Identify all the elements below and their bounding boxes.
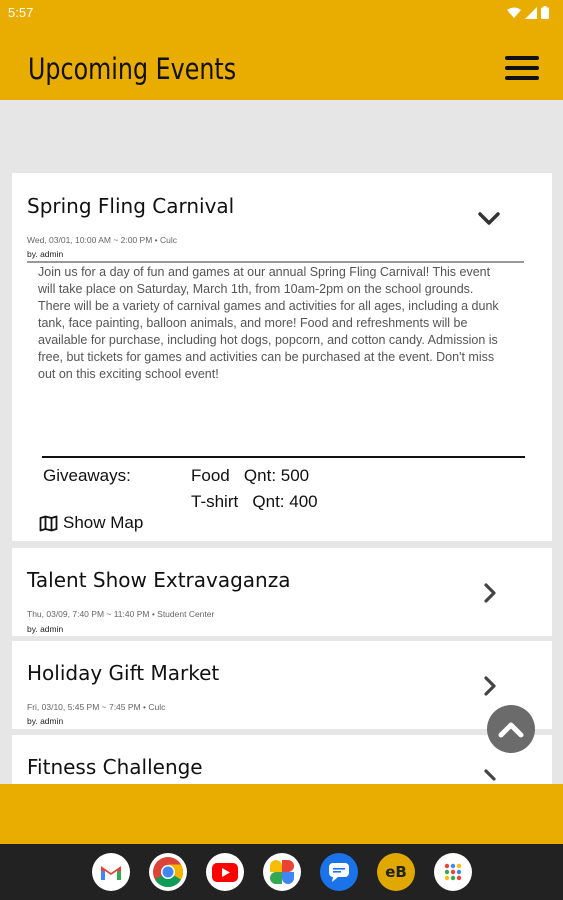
chevron-down-icon[interactable] <box>477 211 501 227</box>
giveaway-name: Food <box>191 466 230 485</box>
eb-app-label: eB <box>385 863 407 881</box>
event-meta: Wed, 03/01, 10:00 AM ~ 2:00 PM • Culc <box>27 235 177 245</box>
chevron-right-icon[interactable] <box>483 582 497 604</box>
gmail-app-icon[interactable] <box>92 853 130 891</box>
event-card[interactable]: Fitness Challenge <box>12 735 552 784</box>
event-author: by. admin <box>27 624 64 634</box>
event-meta: Thu, 03/09, 7:40 PM ~ 11:40 PM • Student… <box>27 609 215 619</box>
map-icon <box>39 515 58 531</box>
giveaway-qty: Qnt: 400 <box>252 492 318 511</box>
page-title: Upcoming Events <box>28 52 237 86</box>
signal-icon <box>525 6 537 19</box>
event-title: Spring Fling Carnival <box>27 194 235 218</box>
chevron-right-icon[interactable] <box>483 768 497 784</box>
status-time: 5:57 <box>8 5 34 20</box>
wifi-icon <box>507 7 521 18</box>
show-map-label: Show Map <box>63 513 144 532</box>
show-map-button[interactable]: Show Map <box>39 513 143 533</box>
event-card[interactable]: Talent Show Extravaganza Thu, 03/09, 7:4… <box>12 548 552 636</box>
chevron-right-icon[interactable] <box>483 675 497 697</box>
event-author: by. admin <box>27 716 64 726</box>
eb-app-icon[interactable]: eB <box>377 853 415 891</box>
photos-app-icon[interactable] <box>263 853 301 891</box>
messages-app-icon[interactable] <box>320 853 358 891</box>
event-title: Talent Show Extravaganza <box>27 568 291 592</box>
youtube-app-icon[interactable] <box>206 853 244 891</box>
giveaway-name: T-shirt <box>191 492 239 511</box>
app-dock: eB <box>92 851 472 893</box>
event-title: Fitness Challenge <box>27 755 203 779</box>
chrome-app-icon[interactable] <box>149 853 187 891</box>
giveaways-label: Giveaways: <box>43 466 131 485</box>
apps-launcher-icon[interactable] <box>434 853 472 891</box>
event-title: Holiday Gift Market <box>27 661 220 685</box>
app-bar: Upcoming Events <box>0 26 563 100</box>
battery-icon <box>541 6 549 19</box>
status-bar: 5:57 <box>0 0 563 26</box>
event-meta: Fri, 03/10, 5:45 PM ~ 7:45 PM • Culc <box>27 702 166 712</box>
scroll-top-button[interactable] <box>487 705 535 753</box>
event-card[interactable]: Holiday Gift Market Fri, 03/10, 5:45 PM … <box>12 641 552 729</box>
status-icons <box>507 6 549 19</box>
giveaway-qty: Qnt: 500 <box>243 466 310 485</box>
event-author: by. admin <box>27 249 64 259</box>
footer-bar <box>0 784 563 844</box>
menu-icon[interactable] <box>505 56 539 82</box>
event-description: Join us for a day of fun and games at ou… <box>38 265 499 381</box>
event-card-expanded[interactable]: Spring Fling Carnival Wed, 03/01, 10:00 … <box>12 173 552 541</box>
chevron-up-icon <box>498 722 524 738</box>
giveaway-item: Food Qnt: 500 <box>191 466 309 486</box>
divider <box>27 261 524 263</box>
divider <box>42 456 525 458</box>
giveaway-item: T-shirt Qnt: 400 <box>191 492 318 512</box>
